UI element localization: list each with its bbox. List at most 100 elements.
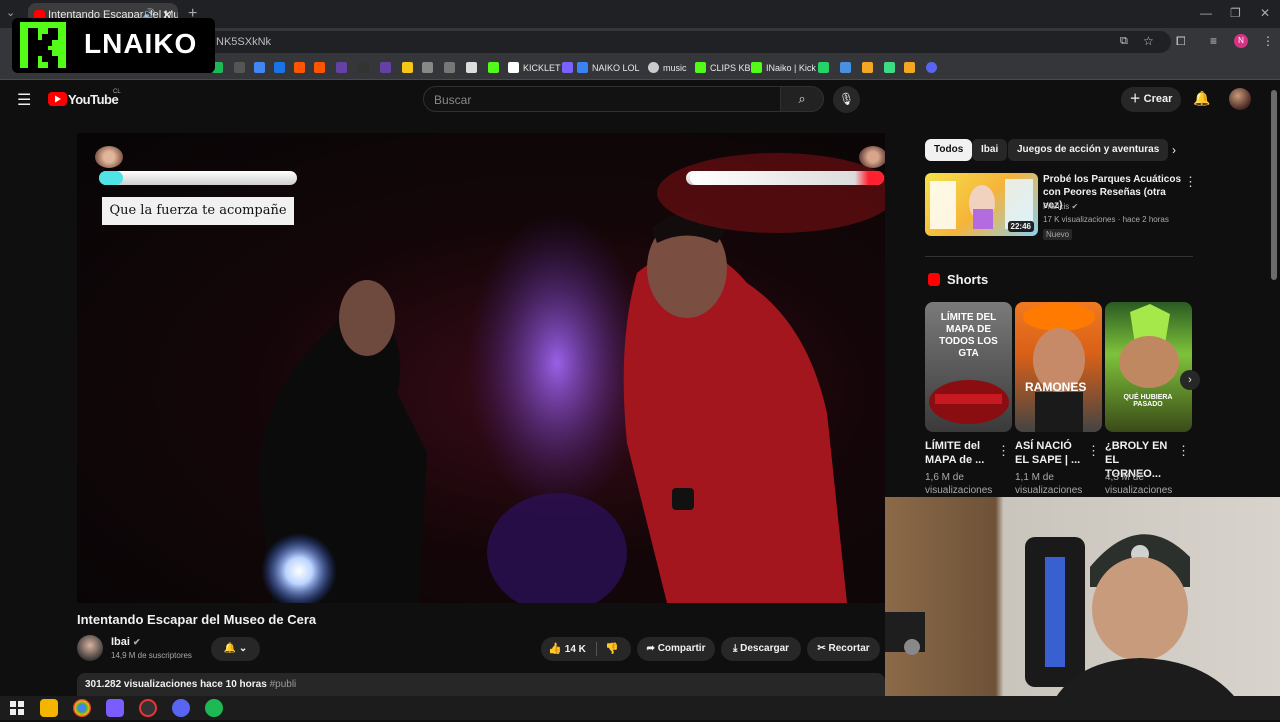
bookmark-music[interactable]: music	[648, 61, 687, 75]
short-thumbnail-2[interactable]: RAMONES	[1015, 302, 1102, 432]
bookmark-star-icon[interactable]: ☆	[1143, 34, 1154, 48]
address-text: NK5SXkNk	[216, 36, 272, 48]
section-divider	[925, 256, 1193, 257]
subscriber-count: 14,9 M de suscriptores	[111, 651, 192, 660]
player-avatar-icon	[95, 146, 123, 168]
app-icon-red-circle[interactable]	[139, 699, 157, 717]
app-icon-purple[interactable]	[106, 699, 124, 717]
webcam-art	[885, 534, 1250, 720]
recommended-more-icon[interactable]: ⋮	[1184, 174, 1197, 190]
tab-search-icon[interactable]: ⌄	[6, 6, 15, 19]
create-label: Crear	[1143, 93, 1173, 105]
overlay-caption: Que la fuerza te acompañe	[102, 197, 294, 225]
short-1-more-icon[interactable]: ⋮	[997, 443, 1010, 459]
bell-icon: 🔔	[223, 643, 237, 654]
short-2-art	[1023, 303, 1095, 432]
video-duration: 22:46	[1007, 221, 1034, 232]
short-2-title[interactable]: ASÍ NACIÓ EL SAPE | ...	[1015, 439, 1085, 467]
youtube-logo-icon[interactable]	[48, 92, 67, 106]
shorts-heading: Shorts	[947, 272, 989, 287]
kick-logo-icon	[20, 22, 66, 68]
short-3-more-icon[interactable]: ⋮	[1177, 443, 1190, 459]
short-3-views: 4,3 M de visualizaciones	[1105, 472, 1173, 496]
voice-search-button[interactable]: 🎙	[833, 86, 860, 113]
profile-avatar-icon[interactable]: N	[1234, 34, 1248, 48]
bookmark-kicklet[interactable]: KICKLET	[508, 61, 561, 75]
windows-start-icon[interactable]	[8, 699, 26, 717]
bookmark-icons-group	[212, 61, 502, 75]
download-button[interactable]: ⤓ Descargar	[721, 637, 801, 661]
chips-next-icon[interactable]: ›	[1172, 143, 1176, 157]
shorts-next-button[interactable]: ›	[1180, 370, 1200, 390]
subscribe-bell-button[interactable]: 🔔 ⌄	[211, 637, 260, 661]
bookmark-clips-kb[interactable]: CLIPS KB	[695, 61, 751, 75]
hamburger-menu-icon[interactable]: ☰	[17, 90, 31, 110]
short-3-art	[1119, 304, 1179, 388]
download-icon: ⤓	[732, 643, 738, 654]
short-2-more-icon[interactable]: ⋮	[1087, 443, 1100, 459]
video-player[interactable]: Que la fuerza te acompañe	[77, 133, 885, 603]
short-thumbnail-1[interactable]: LÍMITE DEL MAPA DE TODOS LOS GTA	[925, 302, 1012, 432]
new-badge: Nuevo	[1043, 229, 1073, 240]
short-2-views: 1,1 M de visualizaciones	[1015, 472, 1083, 496]
like-button[interactable]: 👍 14 K	[548, 642, 586, 655]
close-window-icon[interactable]: ✕	[1260, 6, 1270, 20]
share-icon: ➦	[646, 643, 655, 654]
kick-streamer-overlay: LNAIKO	[12, 18, 215, 73]
address-bar[interactable]: NK5SXkNk	[96, 31, 1171, 53]
notifications-bell-icon[interactable]: 🔔	[1193, 90, 1210, 107]
description-box[interactable]: 301.282 visualizaciones hace 10 horas #p…	[77, 673, 885, 697]
page-scrollbar[interactable]	[1271, 90, 1277, 280]
search-button[interactable]: ⌕	[780, 86, 824, 112]
short-2-thumb-text: RAMONES	[1025, 380, 1087, 394]
short-thumbnail-3[interactable]: QUÉ HUBIERA PASADO	[1105, 302, 1192, 432]
minimize-icon[interactable]: —	[1200, 6, 1212, 20]
chrome-icon[interactable]	[73, 699, 91, 717]
like-divider	[596, 642, 597, 656]
like-count: 14 K	[564, 644, 586, 655]
discord-icon[interactable]	[172, 699, 190, 717]
recommended-meta: 17 K visualizaciones · hace 2 horas	[1043, 215, 1169, 224]
channel-avatar[interactable]	[77, 635, 103, 661]
share-button[interactable]: ➦ Compartir	[637, 637, 715, 661]
chip-juegos-accion[interactable]: Juegos de acción y aventuras	[1008, 139, 1169, 161]
dislike-button[interactable]: 👎	[605, 642, 619, 655]
player-health-bar	[99, 171, 297, 185]
chevron-right-icon: ›	[1188, 374, 1192, 386]
cast-icon[interactable]: ⧉	[1120, 35, 1128, 48]
shorts-logo-icon	[928, 273, 940, 286]
scissors-icon: ✂	[817, 643, 826, 654]
file-explorer-icon[interactable]	[40, 699, 58, 717]
hashtag[interactable]: #publi	[270, 679, 297, 690]
chip-ibai[interactable]: Ibai	[972, 139, 1008, 161]
clip-button[interactable]: ✂ Recortar	[807, 637, 880, 661]
chevron-down-icon: ⌄	[238, 643, 248, 654]
country-code: CL	[113, 89, 121, 95]
short-1-thumb-text: LÍMITE DEL MAPA DE TODOS LOS GTA	[939, 312, 998, 359]
channel-name[interactable]: Ibai ✔	[111, 636, 141, 648]
create-button[interactable]: ＋ Crear	[1121, 87, 1181, 112]
extensions-icon[interactable]: ⧠	[1176, 34, 1186, 49]
upload-age: hace 10 horas	[200, 679, 267, 690]
youtube-logo-text[interactable]: YouTube	[68, 92, 119, 107]
spotify-icon[interactable]	[205, 699, 223, 717]
streamer-webcam	[885, 497, 1280, 720]
maximize-icon[interactable]: ❐	[1230, 6, 1241, 20]
short-1-title[interactable]: LÍMITE del MAPA de ...	[925, 439, 995, 467]
opponent-health-bar	[686, 171, 884, 185]
browser-menu-icon[interactable]: ⋮	[1262, 34, 1274, 48]
search-input[interactable]: Buscar	[423, 86, 781, 112]
media-control-icon[interactable]: ≡	[1210, 34, 1217, 48]
recommended-channel[interactable]: Francis ✔	[1043, 202, 1078, 211]
user-avatar[interactable]	[1229, 88, 1251, 110]
player-health-fill	[99, 171, 123, 185]
bookmark-inaiko-kick[interactable]: INaiko | Kick	[751, 61, 816, 75]
chip-todos[interactable]: Todos	[925, 139, 973, 161]
opponent-avatar-icon	[859, 146, 885, 168]
verified-icon: ✔	[1071, 202, 1079, 211]
bookmark-naiko-lol[interactable]: NAIKO LOL	[562, 61, 640, 75]
recommended-thumbnail[interactable]: 22:46	[925, 173, 1038, 236]
thumbs-up-icon: 👍	[548, 643, 562, 655]
thumbs-down-icon: 👎	[605, 643, 619, 655]
bookmark-icons-group-2	[818, 61, 938, 75]
